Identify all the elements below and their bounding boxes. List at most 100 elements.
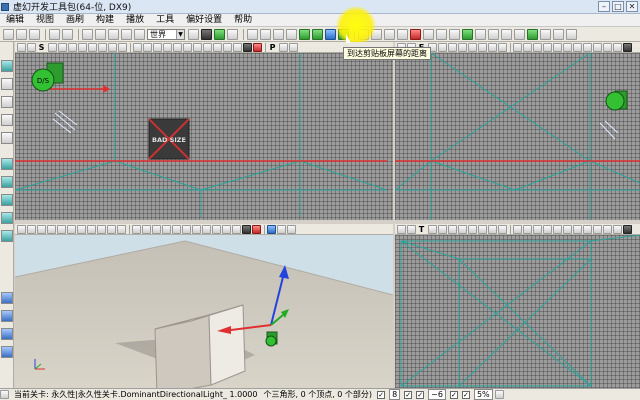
realtime-icon[interactable]	[253, 42, 262, 52]
unlit-icon[interactable]	[142, 224, 151, 234]
view-mode-icon[interactable]	[47, 224, 56, 234]
tool-icon[interactable]	[566, 28, 577, 40]
lighting-only-icon[interactable]	[553, 224, 562, 234]
terrain-mode-icon[interactable]	[1, 96, 13, 108]
cube-brush-icon[interactable]	[1, 158, 13, 170]
light-complexity-icon[interactable]	[563, 224, 572, 234]
browser-icon[interactable]	[201, 28, 212, 40]
shader-complexity-icon[interactable]	[583, 42, 592, 52]
slot-icon[interactable]	[273, 28, 284, 40]
find-icon[interactable]	[188, 28, 199, 40]
tool-icon[interactable]	[475, 28, 486, 40]
view-mode-icon[interactable]	[57, 224, 66, 234]
viewport-menu-icon[interactable]	[407, 224, 416, 234]
lit-icon[interactable]	[153, 42, 162, 52]
volume-icon[interactable]	[1, 346, 13, 358]
maximize-viewport-icon[interactable]	[289, 42, 298, 52]
wireframe-icon[interactable]	[513, 42, 522, 52]
game-view-icon[interactable]	[242, 224, 251, 234]
lighting-icon[interactable]	[299, 28, 310, 40]
shader-complexity-icon[interactable]	[203, 42, 212, 52]
status-icon[interactable]	[494, 390, 504, 399]
scissors-icon[interactable]	[384, 28, 395, 40]
view-mode-icon[interactable]	[87, 224, 96, 234]
viewport-play-label[interactable]: P	[268, 43, 277, 52]
tool-icon[interactable]	[540, 28, 551, 40]
eye-icon[interactable]	[603, 224, 612, 234]
tool-icon[interactable]	[397, 28, 408, 40]
view-mode-icon[interactable]	[108, 42, 117, 52]
viewport-front[interactable]: F	[395, 42, 640, 220]
menu-help[interactable]: 帮助	[228, 14, 258, 26]
view-mode-icon[interactable]	[48, 42, 57, 52]
slot-icon[interactable]	[260, 28, 271, 40]
play-icon[interactable]	[267, 224, 276, 234]
view-mode-icon[interactable]	[488, 42, 497, 52]
kismet-icon[interactable]	[214, 28, 225, 40]
tool-icon[interactable]	[501, 28, 512, 40]
save-icon[interactable]	[29, 28, 40, 40]
csg-add-icon[interactable]	[1, 292, 13, 304]
tool-icon[interactable]	[449, 28, 460, 40]
grid-size-value[interactable]: 8	[389, 389, 401, 400]
camera-mode-icon[interactable]	[1, 60, 13, 72]
rotation-snap-checkbox-2[interactable]: ✓	[416, 390, 425, 399]
tool-icon[interactable]	[527, 28, 538, 40]
viewport-menu-icon[interactable]	[17, 224, 26, 234]
close-button[interactable]: ✕	[626, 1, 638, 12]
viewport-menu-icon[interactable]	[27, 224, 36, 234]
texture-density-icon[interactable]	[193, 42, 202, 52]
camera-icon[interactable]	[232, 224, 241, 234]
redo-icon[interactable]	[62, 28, 73, 40]
light-complexity-icon[interactable]	[183, 42, 192, 52]
viewport-canvas[interactable]	[395, 53, 640, 220]
lighting-only-icon[interactable]	[172, 224, 181, 234]
nonuniform-scale-icon[interactable]	[134, 28, 145, 40]
realtime-icon[interactable]	[462, 28, 473, 40]
viewport-menu-icon[interactable]	[17, 42, 26, 52]
play-on-console-icon[interactable]	[371, 28, 382, 40]
game-view-icon[interactable]	[623, 224, 632, 234]
lit-icon[interactable]	[533, 224, 542, 234]
view-mode-icon[interactable]	[488, 224, 497, 234]
view-mode-icon[interactable]	[77, 224, 86, 234]
camera-icon[interactable]	[613, 42, 622, 52]
lightmap-density-icon[interactable]	[212, 224, 221, 234]
undo-icon[interactable]	[49, 28, 60, 40]
menu-tools[interactable]: 工具	[150, 14, 180, 26]
wireframe-icon[interactable]	[132, 224, 141, 234]
menu-brush[interactable]: 画刷	[60, 14, 90, 26]
light-complexity-icon[interactable]	[182, 224, 191, 234]
viewport-menu-icon[interactable]	[27, 42, 36, 52]
texture-density-icon[interactable]	[192, 224, 201, 234]
wireframe-icon[interactable]	[513, 224, 522, 234]
menu-view[interactable]: 视图	[30, 14, 60, 26]
status-icon[interactable]	[0, 390, 9, 399]
translate-icon[interactable]	[95, 28, 106, 40]
view-mode-icon[interactable]	[458, 42, 467, 52]
viewport-perspective[interactable]	[15, 224, 393, 388]
eye-icon[interactable]	[222, 224, 231, 234]
view-mode-icon[interactable]	[468, 42, 477, 52]
csg-intersect-icon[interactable]	[1, 328, 13, 340]
viewport-type-label[interactable]: S	[37, 43, 46, 52]
paths-icon[interactable]	[312, 28, 323, 40]
viewport-type-label[interactable]: T	[417, 225, 426, 234]
record-icon[interactable]	[410, 28, 421, 40]
detail-icon[interactable]	[543, 42, 552, 52]
view-mode-icon[interactable]	[428, 224, 437, 234]
rotation-snap-value[interactable]: ~6	[428, 389, 446, 400]
rotate-icon[interactable]	[108, 28, 119, 40]
detail-icon[interactable]	[162, 224, 171, 234]
tool-icon[interactable]	[514, 28, 525, 40]
scale-icon[interactable]	[121, 28, 132, 40]
texture-density-icon[interactable]	[573, 42, 582, 52]
view-mode-icon[interactable]	[438, 42, 447, 52]
grid-snap-checkbox[interactable]: ✓	[377, 390, 386, 399]
lit-icon[interactable]	[152, 224, 161, 234]
tool-icon[interactable]	[436, 28, 447, 40]
maximize-button[interactable]: □	[612, 1, 624, 12]
view-mode-icon[interactable]	[78, 42, 87, 52]
coordinate-system-select[interactable]: 世界 ▼	[147, 28, 185, 40]
detail-icon[interactable]	[163, 42, 172, 52]
